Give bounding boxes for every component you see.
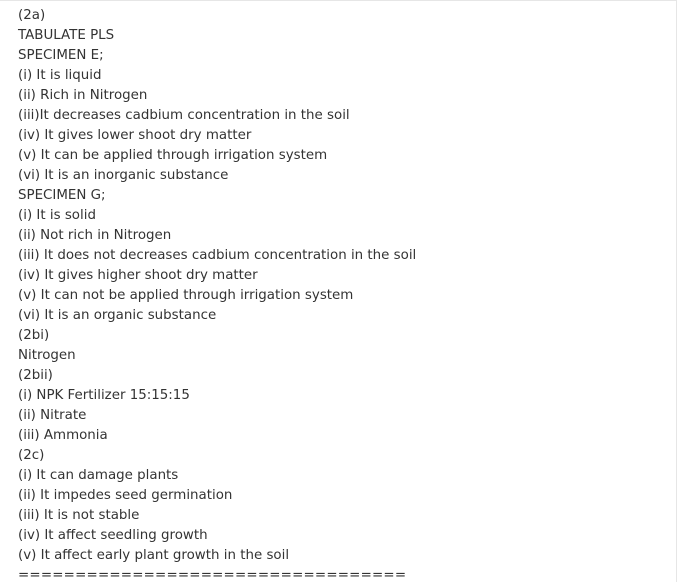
specimen-e-point-3: (iii)It decreases cadbium concentration … (18, 108, 350, 123)
section-heading-2bi: (2bi) (18, 328, 50, 343)
specimen-g-point-3: (iii) It does not decreases cadbium conc… (18, 248, 417, 263)
answer-text-body: (2a) TABULATE PLS SPECIMEN E; (i) It is … (18, 6, 674, 586)
answer-2c-item-1: (i) It can damage plants (18, 468, 179, 483)
instruction-line: TABULATE PLS (18, 28, 115, 43)
specimen-g-heading: SPECIMEN G; (18, 188, 106, 203)
section-heading-2bii: (2bii) (18, 368, 53, 383)
specimen-e-point-1: (i) It is liquid (18, 68, 102, 83)
answer-2c-item-2: (ii) It impedes seed germination (18, 488, 233, 503)
section-heading-2a: (2a) (18, 8, 46, 23)
answer-2bii-item-1: (i) NPK Fertilizer 15:15:15 (18, 388, 190, 403)
answer-2bii-item-2: (ii) Nitrate (18, 408, 87, 423)
specimen-g-point-2: (ii) Not rich in Nitrogen (18, 228, 172, 243)
specimen-e-point-5: (v) It can be applied through irrigation… (18, 148, 328, 163)
answer-2c-item-5: (v) It affect early plant growth in the … (18, 548, 290, 563)
specimen-e-heading: SPECIMEN E; (18, 48, 104, 63)
answer-2c-item-3: (iii) It is not stable (18, 508, 140, 523)
specimen-g-point-6: (vi) It is an organic substance (18, 308, 217, 323)
separator-line: ================================== (18, 568, 407, 583)
section-heading-2c: (2c) (18, 448, 45, 463)
specimen-g-point-1: (i) It is solid (18, 208, 96, 223)
specimen-e-point-2: (ii) Rich in Nitrogen (18, 88, 148, 103)
answer-2bii-item-3: (iii) Ammonia (18, 428, 108, 443)
specimen-e-point-4: (iv) It gives lower shoot dry matter (18, 128, 252, 143)
specimen-g-point-5: (v) It can not be applied through irriga… (18, 288, 354, 303)
specimen-e-point-6: (vi) It is an inorganic substance (18, 168, 229, 183)
answer-2bi: Nitrogen (18, 348, 76, 363)
answer-2c-item-4: (iv) It affect seedling growth (18, 528, 208, 543)
specimen-g-point-4: (iv) It gives higher shoot dry matter (18, 268, 258, 283)
